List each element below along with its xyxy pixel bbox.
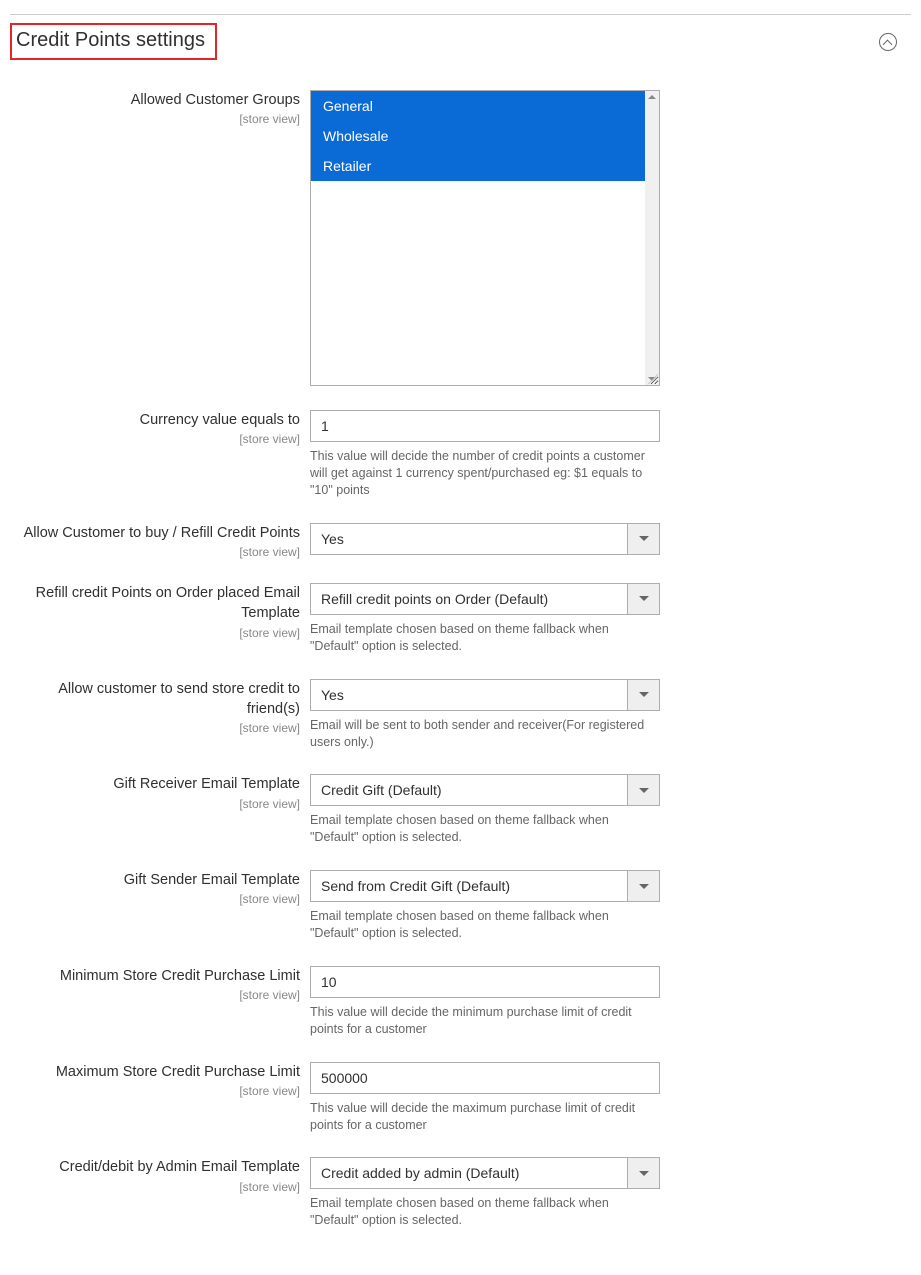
scope-label: [store view] — [10, 988, 300, 1002]
scope-label: [store view] — [10, 797, 300, 811]
field-allow-gift: Allow customer to send store credit to f… — [10, 679, 911, 775]
chevron-down-icon — [639, 884, 649, 889]
scope-label: [store view] — [10, 892, 300, 906]
field-refill-email-template: Refill credit Points on Order placed Ema… — [10, 583, 911, 679]
scroll-up-icon[interactable] — [648, 95, 656, 99]
field-label: Gift Receiver Email Template — [10, 774, 300, 794]
select-value: Yes — [311, 524, 627, 554]
field-label: Maximum Store Credit Purchase Limit — [10, 1062, 300, 1082]
multiselect-option[interactable]: Wholesale — [311, 121, 645, 151]
field-note: Email will be sent to both sender and re… — [310, 711, 660, 751]
field-label: Currency value equals to — [10, 410, 300, 430]
field-note: Email template chosen based on theme fal… — [310, 615, 660, 655]
field-note: Email template chosen based on theme fal… — [310, 806, 660, 846]
section-header[interactable]: Credit Points settings — [10, 15, 911, 64]
admin-template-select[interactable]: Credit added by admin (Default) — [310, 1157, 660, 1189]
select-value: Yes — [311, 680, 627, 710]
dropdown-button[interactable] — [627, 1158, 659, 1188]
chevron-down-icon — [639, 596, 649, 601]
gift-sender-select[interactable]: Send from Credit Gift (Default) — [310, 870, 660, 902]
dropdown-button[interactable] — [627, 584, 659, 614]
field-min-limit: Minimum Store Credit Purchase Limit [sto… — [10, 966, 911, 1062]
multiselect-option[interactable]: General — [311, 91, 645, 121]
field-label: Minimum Store Credit Purchase Limit — [10, 966, 300, 986]
field-allowed-customer-groups: Allowed Customer Groups [store view] Gen… — [10, 90, 911, 410]
field-label: Gift Sender Email Template — [10, 870, 300, 890]
dropdown-button[interactable] — [627, 775, 659, 805]
chevron-up-icon[interactable] — [879, 33, 897, 51]
field-note: This value will decide the number of cre… — [310, 442, 660, 499]
field-admin-template: Credit/debit by Admin Email Template [st… — [10, 1157, 911, 1253]
select-value: Credit added by admin (Default) — [311, 1158, 627, 1188]
field-gift-sender-template: Gift Sender Email Template [store view] … — [10, 870, 911, 966]
select-value: Refill credit points on Order (Default) — [311, 584, 627, 614]
field-label: Refill credit Points on Order placed Ema… — [10, 583, 300, 624]
chevron-down-icon — [639, 692, 649, 697]
multiselect-option[interactable]: Retailer — [311, 151, 645, 181]
field-label: Allow Customer to buy / Refill Credit Po… — [10, 523, 300, 543]
section-title-highlight: Credit Points settings — [10, 23, 217, 60]
section-title: Credit Points settings — [16, 29, 205, 51]
chevron-down-icon — [639, 1171, 649, 1176]
chevron-down-icon — [639, 788, 649, 793]
field-label: Allow customer to send store credit to f… — [10, 679, 300, 720]
scope-label: [store view] — [10, 432, 300, 446]
field-currency-value: Currency value equals to [store view] Th… — [10, 410, 911, 523]
allow-gift-select[interactable]: Yes — [310, 679, 660, 711]
allow-buy-select[interactable]: Yes — [310, 523, 660, 555]
scope-label: [store view] — [10, 545, 300, 559]
resize-grip-icon[interactable] — [648, 374, 658, 384]
select-value: Send from Credit Gift (Default) — [311, 871, 627, 901]
field-note: This value will decide the minimum purch… — [310, 998, 660, 1038]
scrollbar-track[interactable] — [645, 91, 659, 385]
gift-receiver-select[interactable]: Credit Gift (Default) — [310, 774, 660, 806]
dropdown-button[interactable] — [627, 524, 659, 554]
dropdown-button[interactable] — [627, 871, 659, 901]
field-note: This value will decide the maximum purch… — [310, 1094, 660, 1134]
scope-label: [store view] — [10, 112, 300, 126]
chevron-down-icon — [639, 536, 649, 541]
min-limit-input[interactable] — [310, 966, 660, 998]
field-note: Email template chosen based on theme fal… — [310, 1189, 660, 1229]
scope-label: [store view] — [10, 721, 300, 735]
field-max-limit: Maximum Store Credit Purchase Limit [sto… — [10, 1062, 911, 1158]
dropdown-button[interactable] — [627, 680, 659, 710]
currency-value-input[interactable] — [310, 410, 660, 442]
scope-label: [store view] — [10, 626, 300, 640]
field-gift-receiver-template: Gift Receiver Email Template [store view… — [10, 774, 911, 870]
customer-groups-multiselect[interactable]: General Wholesale Retailer — [310, 90, 660, 386]
field-allow-buy-refill: Allow Customer to buy / Refill Credit Po… — [10, 523, 911, 583]
field-label: Credit/debit by Admin Email Template — [10, 1157, 300, 1177]
max-limit-input[interactable] — [310, 1062, 660, 1094]
select-value: Credit Gift (Default) — [311, 775, 627, 805]
scroll-down-icon[interactable] — [648, 377, 656, 381]
refill-template-select[interactable]: Refill credit points on Order (Default) — [310, 583, 660, 615]
scope-label: [store view] — [10, 1180, 300, 1194]
scope-label: [store view] — [10, 1084, 300, 1098]
field-note: Email template chosen based on theme fal… — [310, 902, 660, 942]
field-label: Allowed Customer Groups — [10, 90, 300, 110]
